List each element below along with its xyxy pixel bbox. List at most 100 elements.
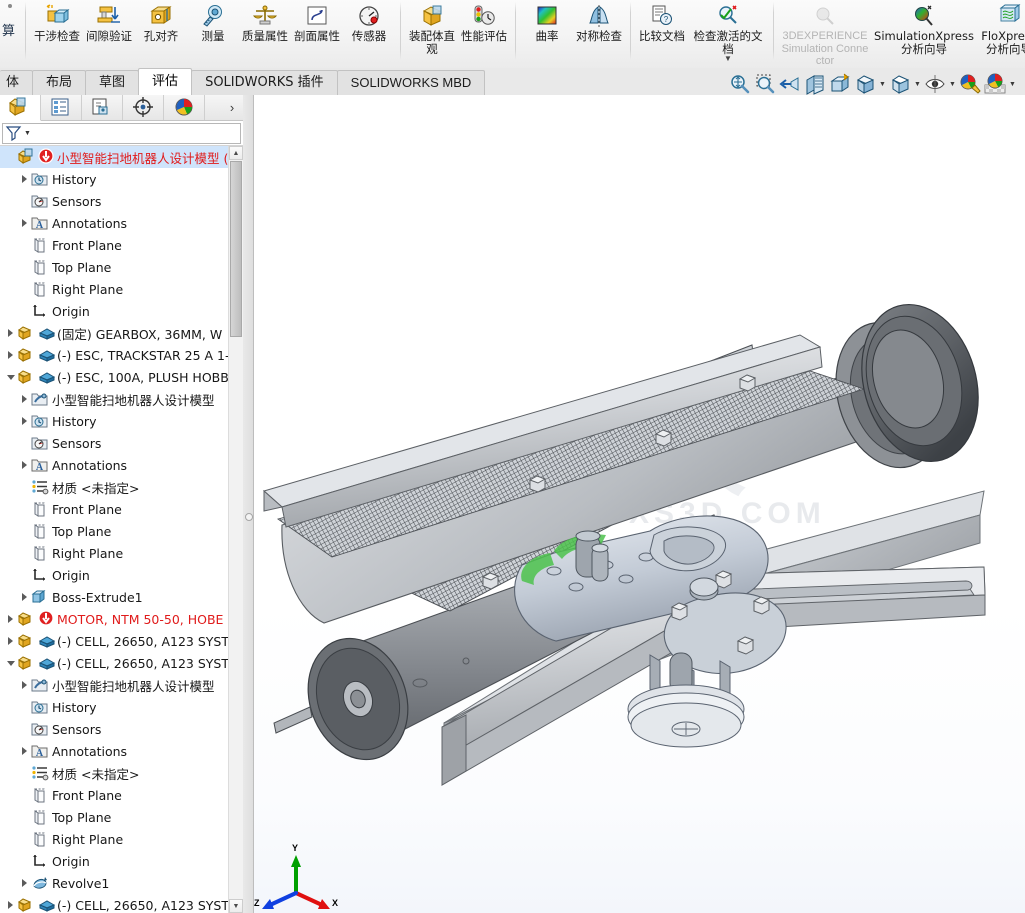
chevron-right-icon[interactable] — [18, 454, 31, 476]
section-view-icon[interactable] — [803, 72, 827, 96]
tab-evaluate[interactable]: 评估 — [138, 68, 193, 95]
tree-row[interactable]: Sensors — [0, 432, 229, 454]
tab-sketch[interactable]: 草图 — [85, 70, 140, 95]
tree-row[interactable]: Right Plane — [0, 278, 229, 300]
tree-row[interactable]: Right Plane — [0, 828, 229, 850]
chevron-right-icon[interactable] — [18, 410, 31, 432]
tree-row[interactable]: Front Plane — [0, 498, 229, 520]
view-orientation-icon[interactable] — [828, 72, 852, 96]
chevron-right-icon[interactable] — [4, 630, 17, 652]
tree-row[interactable]: Right Plane — [0, 542, 229, 564]
view-orientation-dropdown-caret[interactable]: ▼ — [878, 72, 887, 96]
sensor-button[interactable]: 传感器 — [343, 0, 395, 43]
panel-tab-dimxpert-manager[interactable] — [123, 95, 164, 120]
chevron-down-icon[interactable] — [4, 652, 17, 674]
tree-row[interactable]: Origin — [0, 564, 229, 586]
tree-row[interactable]: (-) CELL, 26650, A123 SYSTE — [0, 894, 229, 913]
tree-row[interactable]: Boss-Extrude1 — [0, 586, 229, 608]
tree-row[interactable]: History — [0, 168, 229, 190]
tree-row[interactable]: 小型智能扫地机器人设计模型 — [0, 388, 229, 410]
tree-row[interactable]: Top Plane — [0, 256, 229, 278]
tree-row[interactable]: Sensors — [0, 718, 229, 740]
tree-row[interactable]: 材质 <未指定> — [0, 476, 229, 498]
simulationxpress-button[interactable]: SimulationXpress 分析向导 — [871, 0, 977, 55]
curvature-button[interactable]: 曲率 — [521, 0, 573, 43]
chevron-down-icon[interactable]: ▼ — [724, 55, 732, 63]
apply-scene-icon[interactable] — [983, 72, 1007, 96]
tree-row[interactable]: Front Plane — [0, 784, 229, 806]
graphics-viewport[interactable]: 世大 WWW.WXS3D.COM — [254, 95, 1025, 913]
scrollbar-thumb[interactable] — [230, 161, 242, 337]
tree-row[interactable]: Front Plane — [0, 234, 229, 256]
mass-properties-button[interactable]: 质量属性 — [239, 0, 291, 43]
panel-tab-display-manager[interactable] — [164, 95, 205, 120]
measure-button[interactable]: 测量 — [187, 0, 239, 43]
tree-row[interactable]: (-) CELL, 26650, A123 SYSTE — [0, 652, 229, 674]
check-active-document-button[interactable]: 检查激活的文档 ▼ — [688, 0, 768, 63]
chevron-right-icon[interactable] — [18, 740, 31, 762]
tab-solidworks-mbd[interactable]: SOLIDWORKS MBD — [336, 70, 486, 95]
tree-row[interactable]: Origin — [0, 850, 229, 872]
panel-tab-configuration-manager[interactable] — [82, 95, 123, 120]
scroll-up-chevron-up-icon[interactable]: ▲ — [229, 146, 243, 160]
feature-tree-scrollbar[interactable]: ▲ ▼ — [228, 146, 243, 913]
tree-row[interactable]: A Annotations — [0, 212, 229, 234]
zoom-to-fit-icon[interactable] — [728, 72, 752, 96]
previous-view-icon[interactable] — [778, 72, 802, 96]
tree-row[interactable]: (-) ESC, 100A, PLUSH HOBB — [0, 366, 229, 388]
hide-show-dropdown-caret[interactable]: ▼ — [948, 72, 957, 96]
clearance-verification-button[interactable]: 间隙验证 — [83, 0, 135, 43]
tree-row[interactable]: A Annotations — [0, 740, 229, 762]
tree-row[interactable]: Revolve1 — [0, 872, 229, 894]
feature-tree-filter-box[interactable]: ▼ — [2, 122, 241, 144]
symmetry-check-button[interactable]: 对称检查 — [573, 0, 625, 43]
chevron-right-icon[interactable] — [18, 168, 31, 190]
cad-model-3d[interactable] — [254, 95, 1025, 913]
chevron-right-icon[interactable] — [18, 872, 31, 894]
display-style-icon[interactable] — [888, 72, 912, 96]
scroll-down-chevron-down-icon[interactable]: ▼ — [229, 899, 243, 913]
tree-row[interactable]: History — [0, 696, 229, 718]
panel-tab-feature-manager[interactable] — [0, 95, 41, 121]
ribbon-clipped-left-button[interactable]: 算 — [0, 0, 22, 68]
tab-layout[interactable]: 布局 — [32, 70, 87, 95]
interference-detection-button[interactable]: 干涉检查 — [31, 0, 83, 43]
section-properties-button[interactable]: 剖面属性 — [291, 0, 343, 43]
apply-scene-dropdown-caret[interactable]: ▼ — [1008, 72, 1017, 96]
feature-tree-filter-input[interactable] — [30, 124, 240, 142]
chevron-right-icon[interactable] — [18, 674, 31, 696]
3dexperience-simulation-connector-button[interactable]: 3DEXPERIENCE Simulation Connector — [779, 0, 871, 68]
splitter-grip[interactable] — [245, 513, 253, 521]
filter-dropdown-caret[interactable]: ▼ — [24, 130, 31, 137]
chevron-right-icon[interactable] — [18, 586, 31, 608]
assembly-visualization-button[interactable]: 装配体直观 — [406, 0, 458, 55]
panel-tab-overflow-chevron-right-icon[interactable]: › — [221, 95, 243, 120]
tree-row[interactable]: 小型智能扫地机器人设计模型 — [0, 674, 229, 696]
tree-row[interactable]: MOTOR, NTM 50-50, HOBE — [0, 608, 229, 630]
tree-row[interactable]: Top Plane — [0, 520, 229, 542]
tree-row[interactable]: A Annotations — [0, 454, 229, 476]
tree-row[interactable]: 材质 <未指定> — [0, 762, 229, 784]
tree-row[interactable]: Top Plane — [0, 806, 229, 828]
tree-row[interactable]: (固定) GEARBOX, 36MM, W — [0, 322, 229, 344]
tree-row[interactable]: (-) ESC, TRACKSTAR 25 A 1- — [0, 344, 229, 366]
display-style-dropdown-caret[interactable]: ▼ — [913, 72, 922, 96]
zoom-to-area-icon[interactable] — [753, 72, 777, 96]
chevron-right-icon[interactable] — [18, 388, 31, 410]
tree-row[interactable]: Origin — [0, 300, 229, 322]
view-orientation-cube-icon[interactable] — [853, 72, 877, 96]
hide-show-items-icon[interactable] — [923, 72, 947, 96]
tree-row[interactable]: (-) CELL, 26650, A123 SYSTE — [0, 630, 229, 652]
tab-solidworks-addins[interactable]: SOLIDWORKS 插件 — [191, 70, 338, 95]
chevron-right-icon[interactable] — [4, 608, 17, 630]
tree-row[interactable]: Sensors — [0, 190, 229, 212]
chevron-right-icon[interactable] — [4, 322, 17, 344]
hole-alignment-button[interactable]: 孔对齐 — [135, 0, 187, 43]
panel-tab-property-manager[interactable] — [41, 95, 82, 120]
performance-evaluation-button[interactable]: 性能评估 — [458, 0, 510, 43]
chevron-right-icon[interactable] — [4, 894, 17, 913]
chevron-down-icon[interactable] — [4, 366, 17, 388]
floxpress-button[interactable]: FloXpress 分析向导 — [977, 0, 1025, 55]
chevron-right-icon[interactable] — [18, 212, 31, 234]
compare-documents-button[interactable]: ? 比较文档 — [636, 0, 688, 43]
